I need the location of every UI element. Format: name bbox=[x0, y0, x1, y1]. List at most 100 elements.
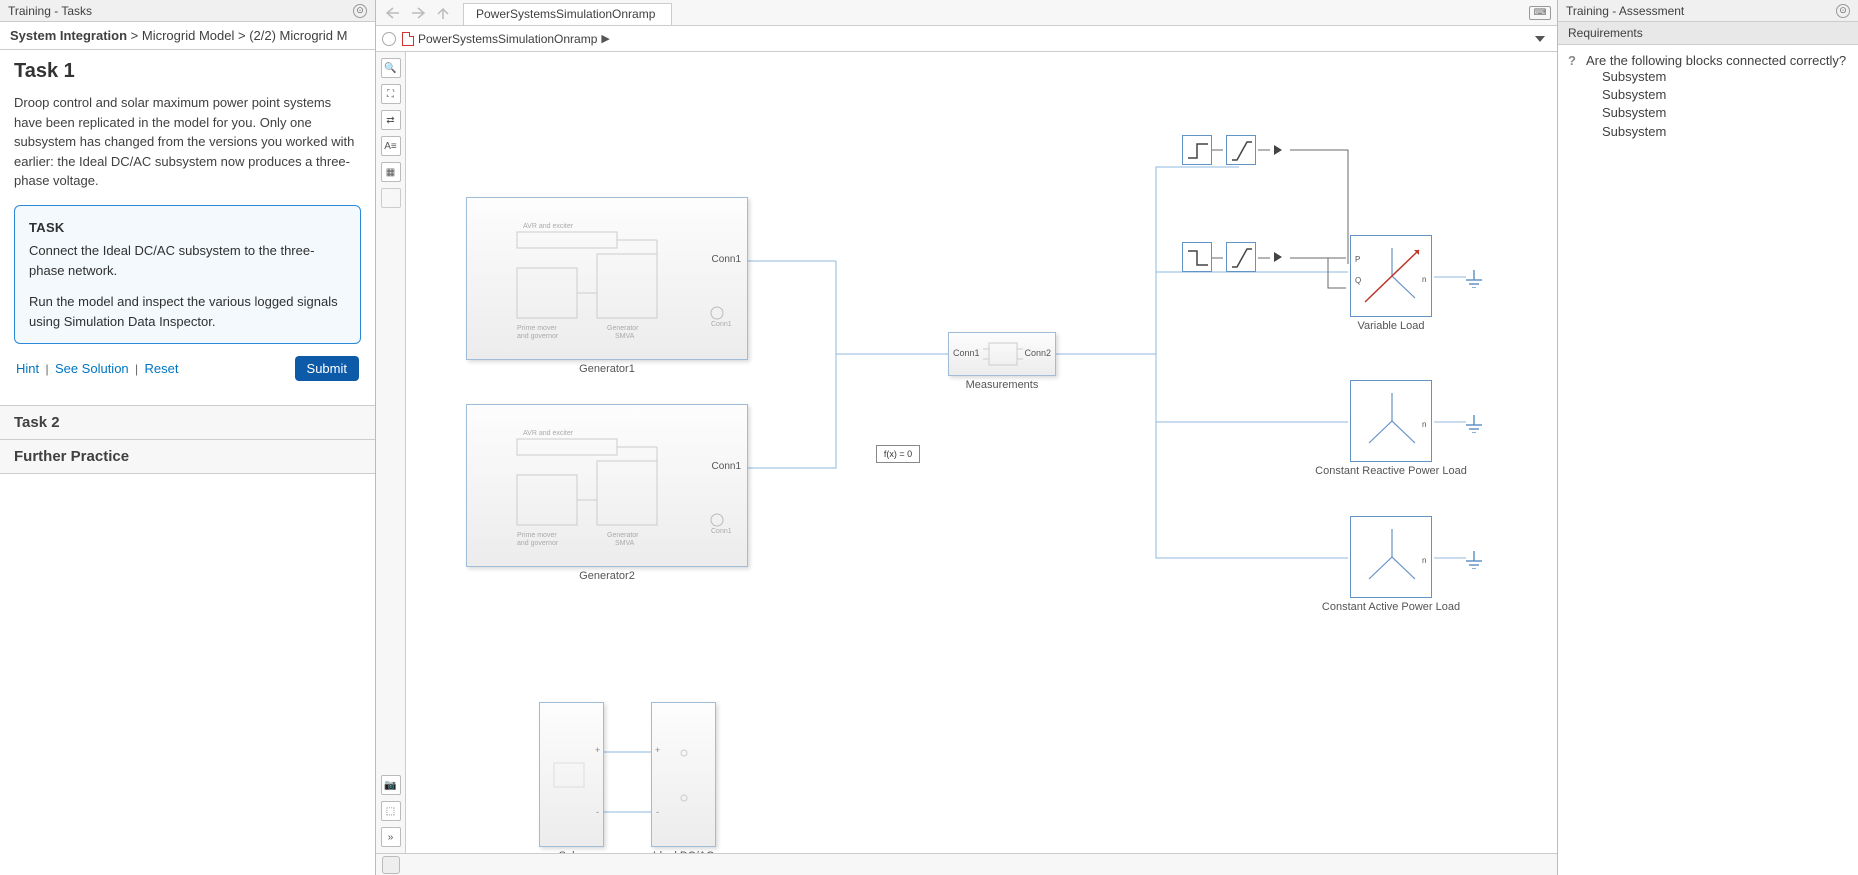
canvas-toolbar: 🔍 ⛶ ⇄ A≡ ▦ 📷 ⬚ » bbox=[376, 52, 406, 853]
gen1-port-label: Conn1 bbox=[712, 254, 741, 265]
idealdcac-label: Ideal DC/AC bbox=[646, 850, 722, 853]
toggle-tool-icon[interactable]: ⇄ bbox=[381, 110, 401, 130]
nav-bar: PowerSystemsSimulationOnramp ⌨ bbox=[376, 0, 1557, 26]
task1-body: Task 1 Droop control and solar maximum p… bbox=[0, 50, 375, 405]
meas-label: Measurements bbox=[949, 379, 1055, 391]
block-solver[interactable]: f(x) = 0 bbox=[876, 445, 920, 463]
chevron-right-icon: ▶ bbox=[601, 32, 609, 45]
model-canvas[interactable]: AVR and exciter Prime mover and governor… bbox=[406, 52, 1557, 853]
gen2-label: Generator2 bbox=[467, 570, 747, 582]
block-measurements[interactable]: Conn1 Conn2 Measurements bbox=[948, 332, 1056, 376]
minimize-icon-right[interactable]: ⊙ bbox=[1836, 4, 1850, 18]
gen1-label: Generator1 bbox=[467, 363, 747, 375]
model-breadcrumb-bar: PowerSystemsSimulationOnramp ▶ bbox=[376, 26, 1557, 52]
task-actions: Hint | See Solution | Reset Submit bbox=[14, 344, 361, 395]
svg-text:-: - bbox=[656, 807, 659, 817]
block-creactive-load[interactable]: n Constant Reactive Power Load bbox=[1350, 380, 1432, 462]
workspace: 🔍 ⛶ ⇄ A≡ ▦ 📷 ⬚ » bbox=[376, 52, 1557, 853]
assessment-panel-header: Training - Assessment ⊙ bbox=[1558, 0, 1858, 22]
task1-desc: Droop control and solar maximum power po… bbox=[14, 93, 361, 191]
canvas-panel: PowerSystemsSimulationOnramp ⌨ PowerSyst… bbox=[376, 0, 1558, 875]
hint-link[interactable]: Hint bbox=[16, 361, 39, 376]
meas-port-in: Conn1 bbox=[953, 348, 980, 358]
svg-text:AVR and exciter: AVR and exciter bbox=[523, 223, 574, 230]
fit-tool-icon[interactable]: ⛶ bbox=[381, 84, 401, 104]
svg-text:+: + bbox=[595, 745, 600, 755]
svg-text:Conn1: Conn1 bbox=[711, 321, 732, 328]
snapshot-tool-icon[interactable]: 📷 bbox=[381, 775, 401, 795]
tasks-panel: Training - Tasks ⊙ System Integration > … bbox=[0, 0, 376, 875]
assessment-sub-2: Subsystem bbox=[1602, 86, 1848, 104]
model-breadcrumb-root[interactable]: PowerSystemsSimulationOnramp bbox=[418, 32, 597, 46]
ground-icon-3 bbox=[1466, 551, 1482, 569]
port-out-1 bbox=[1274, 145, 1282, 155]
block-variable-load[interactable]: P Q n Variable Load bbox=[1350, 235, 1432, 317]
model-selector-icon[interactable] bbox=[382, 32, 396, 46]
task-box-p2: Run the model and inspect the various lo… bbox=[29, 292, 346, 331]
minimize-icon[interactable]: ⊙ bbox=[353, 4, 367, 18]
breadcrumb-leaf: (2/2) Microgrid M bbox=[249, 28, 347, 43]
model-tab[interactable]: PowerSystemsSimulationOnramp bbox=[463, 3, 672, 25]
block-cactive-load[interactable]: n Constant Active Power Load bbox=[1350, 516, 1432, 598]
svg-text:Generator: Generator bbox=[607, 532, 639, 539]
svg-text:n: n bbox=[1422, 275, 1426, 284]
further-practice-header[interactable]: Further Practice bbox=[0, 440, 375, 474]
tasks-breadcrumb: System Integration > Microgrid Model > (… bbox=[0, 22, 375, 50]
creactive-label: Constant Reactive Power Load bbox=[1311, 465, 1471, 477]
block-step-source-2[interactable] bbox=[1182, 242, 1212, 272]
svg-text:and governor: and governor bbox=[517, 540, 559, 547]
svg-text:Q: Q bbox=[1355, 276, 1361, 285]
svg-text:P: P bbox=[1355, 255, 1360, 264]
solar-label: Solar bbox=[540, 850, 603, 853]
question-mark-icon: ? bbox=[1568, 53, 1580, 68]
svg-text:Generator: Generator bbox=[607, 325, 639, 332]
breadcrumb-dropdown-icon[interactable] bbox=[1535, 36, 1545, 42]
breadcrumb-mid[interactable]: Microgrid Model bbox=[142, 28, 234, 43]
expand-tool-icon[interactable]: » bbox=[381, 827, 401, 847]
assessment-question: Are the following blocks connected corre… bbox=[1586, 53, 1846, 68]
model-doc-icon bbox=[402, 32, 414, 46]
block-saturation-1[interactable] bbox=[1226, 135, 1256, 165]
task1-title: Task 1 bbox=[14, 60, 361, 83]
nav-back-icon[interactable] bbox=[382, 3, 404, 23]
block-ideal-dcac[interactable]: + - Ideal DC/AC bbox=[651, 702, 716, 847]
zoom-tool-icon[interactable]: 🔍 bbox=[381, 58, 401, 78]
see-solution-link[interactable]: See Solution bbox=[55, 361, 129, 376]
status-button[interactable] bbox=[382, 856, 400, 874]
svg-text:-: - bbox=[596, 807, 599, 817]
ground-icon-1 bbox=[1466, 270, 1482, 288]
svg-text:n: n bbox=[1422, 556, 1426, 565]
record-tool-icon[interactable]: ⬚ bbox=[381, 801, 401, 821]
block-saturation-2[interactable] bbox=[1226, 242, 1256, 272]
image-tool-icon[interactable]: ▦ bbox=[381, 162, 401, 182]
svg-text:Conn1: Conn1 bbox=[711, 528, 732, 535]
block-generator2[interactable]: AVR and exciter Prime mover and governor… bbox=[466, 404, 748, 567]
nav-up-icon[interactable] bbox=[432, 3, 454, 23]
assessment-question-row: ? Are the following blocks connected cor… bbox=[1568, 53, 1848, 68]
svg-text:Prime mover: Prime mover bbox=[517, 532, 557, 539]
task-box-title: TASK bbox=[29, 218, 346, 238]
reset-link[interactable]: Reset bbox=[144, 361, 178, 376]
submit-button[interactable]: Submit bbox=[295, 356, 359, 381]
svg-text:+: + bbox=[655, 745, 660, 755]
breadcrumb-root[interactable]: System Integration bbox=[10, 28, 127, 43]
assessment-sub-1: Subsystem bbox=[1602, 68, 1848, 86]
task2-header[interactable]: Task 2 bbox=[0, 405, 375, 440]
svg-text:SMVA: SMVA bbox=[615, 540, 635, 547]
block-generator1[interactable]: AVR and exciter Prime mover and governor… bbox=[466, 197, 748, 360]
block-step-source-1[interactable] bbox=[1182, 135, 1212, 165]
nav-forward-icon[interactable] bbox=[407, 3, 429, 23]
status-bar bbox=[376, 853, 1557, 875]
tasks-panel-header: Training - Tasks ⊙ bbox=[0, 0, 375, 22]
task-instruction-box: TASK Connect the Ideal DC/AC subsystem t… bbox=[14, 205, 361, 345]
meas-port-out: Conn2 bbox=[1024, 348, 1051, 358]
ground-icon-2 bbox=[1466, 415, 1482, 433]
annotate-tool-icon[interactable]: A≡ bbox=[381, 136, 401, 156]
block-solar[interactable]: + - Solar bbox=[539, 702, 604, 847]
keyboard-icon[interactable]: ⌨ bbox=[1529, 6, 1551, 20]
empty-tool-icon[interactable] bbox=[381, 188, 401, 208]
gen2-port-label: Conn1 bbox=[712, 461, 741, 472]
port-out-2 bbox=[1274, 252, 1282, 262]
tasks-panel-title: Training - Tasks bbox=[8, 4, 92, 18]
varload-label: Variable Load bbox=[1311, 320, 1471, 332]
